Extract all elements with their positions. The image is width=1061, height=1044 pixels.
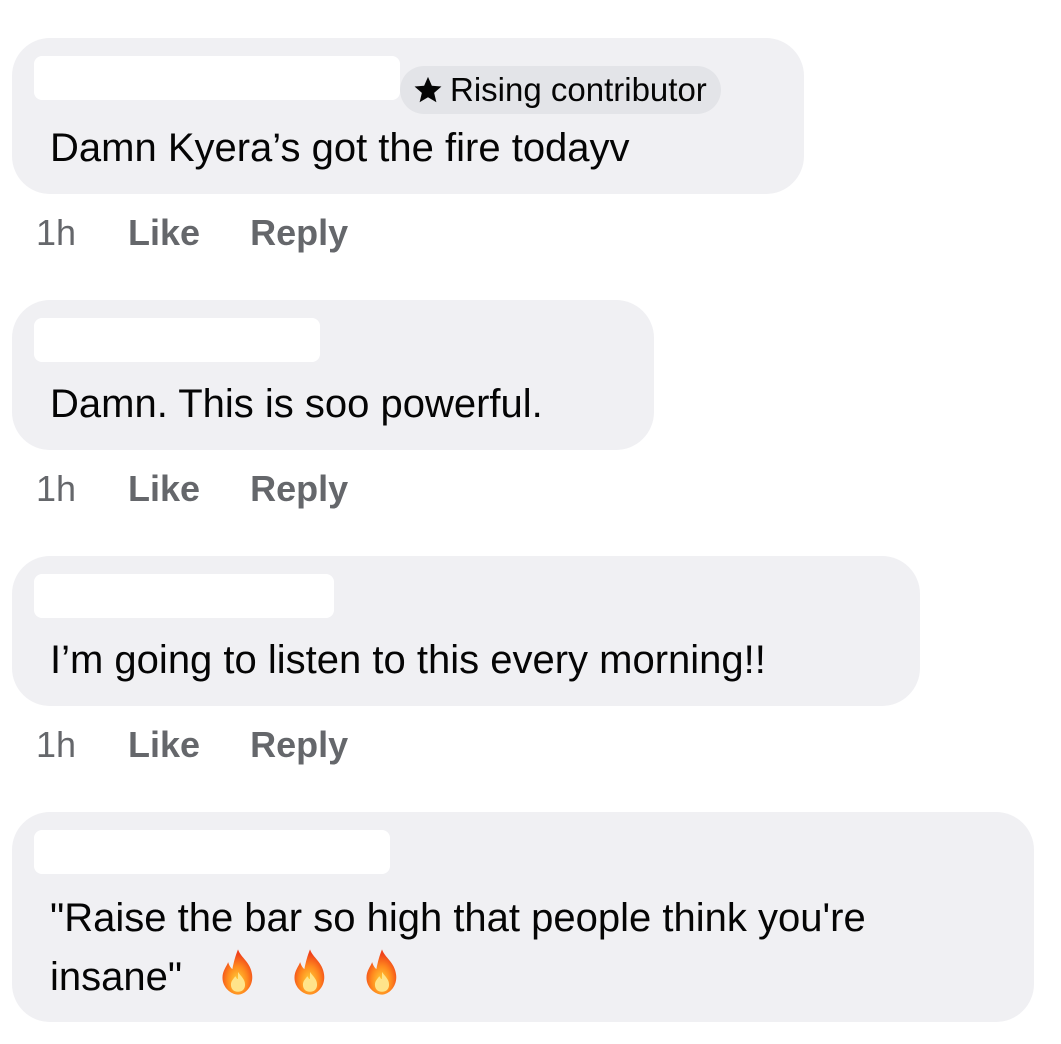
reply-button[interactable]: Reply: [250, 468, 348, 510]
comment-text-tail: insane": [50, 955, 183, 999]
comment-actions: 1h Like Reply: [36, 212, 348, 254]
author-name-redacted[interactable]: [34, 318, 320, 362]
like-button[interactable]: Like: [128, 724, 200, 766]
badge-label: Rising contributor: [450, 71, 707, 108]
comment-text: Damn Kyera’s got the fire todayv: [50, 126, 630, 170]
like-button[interactable]: Like: [128, 468, 200, 510]
comment-text-line-1: "Raise the bar so high that people think…: [50, 896, 866, 940]
comment-text: I’m going to listen to this every mornin…: [50, 638, 766, 682]
reply-button[interactable]: Reply: [250, 724, 348, 766]
comment-actions: 1h Like Reply: [36, 724, 348, 766]
comment-timestamp[interactable]: 1h: [36, 724, 76, 766]
author-name-redacted[interactable]: [34, 830, 390, 874]
like-button[interactable]: Like: [128, 212, 200, 254]
comment-bubble: Rising contributor Damn Kyera’s got the …: [12, 38, 804, 194]
comment-text-line-2: insane": [50, 948, 405, 1003]
comment-item: "Raise the bar so high that people think…: [12, 812, 1034, 1022]
comment-item: Rising contributor Damn Kyera’s got the …: [12, 38, 804, 194]
fire-emoji-icon: [222, 949, 253, 995]
comment-item: Damn. This is soo powerful.: [12, 300, 654, 450]
comment-bubble: "Raise the bar so high that people think…: [12, 812, 1034, 1022]
author-name-redacted[interactable]: [34, 574, 334, 618]
author-name-redacted[interactable]: [34, 56, 400, 100]
comment-item: I’m going to listen to this every mornin…: [12, 556, 920, 706]
fire-emoji-group: [215, 948, 405, 1003]
reply-button[interactable]: Reply: [250, 212, 348, 254]
comment-bubble: I’m going to listen to this every mornin…: [12, 556, 920, 706]
comment-thread: Rising contributor Damn Kyera’s got the …: [0, 0, 1061, 1044]
star-icon: [414, 76, 442, 103]
comment-actions: 1h Like Reply: [36, 468, 348, 510]
comment-text: Damn. This is soo powerful.: [50, 382, 543, 426]
comment-timestamp[interactable]: 1h: [36, 212, 76, 254]
comment-timestamp[interactable]: 1h: [36, 468, 76, 510]
rising-contributor-badge[interactable]: Rising contributor: [400, 66, 721, 114]
fire-emoji-icon: [294, 949, 325, 995]
comment-bubble: Damn. This is soo powerful.: [12, 300, 654, 450]
fire-emoji-icon: [366, 949, 397, 995]
